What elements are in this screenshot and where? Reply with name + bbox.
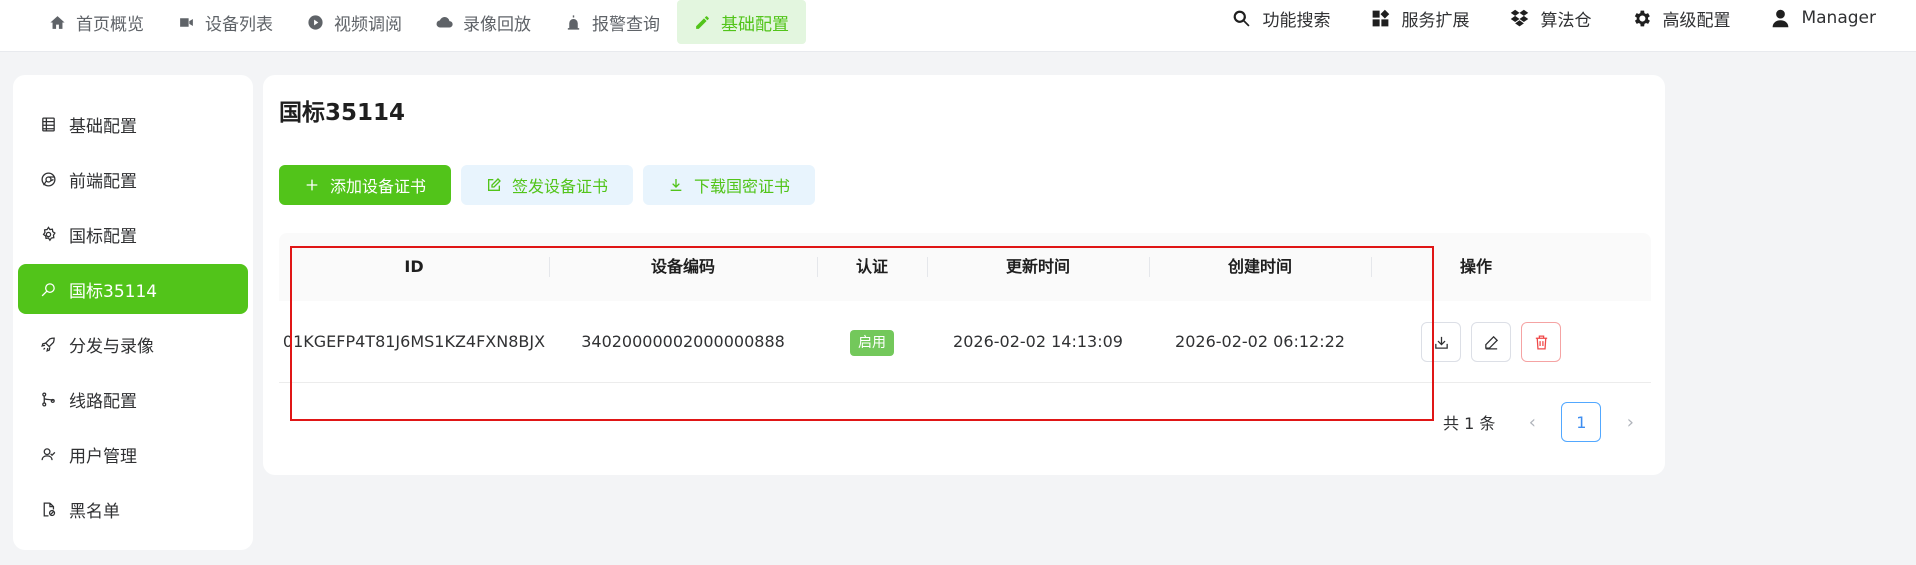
nav-advanced-config-label: 高级配置: [1662, 10, 1731, 31]
trash-icon: [1535, 334, 1547, 350]
nav-playback[interactable]: 录像回放: [419, 0, 548, 44]
cell-id: 01KGEFP4T81J6MS1KZ4FXN8BJX: [282, 332, 546, 351]
sidebar-item-label: 分发与录像: [69, 336, 154, 357]
nav-device-list[interactable]: 设备列表: [161, 0, 290, 44]
edit-square-icon: [487, 178, 501, 191]
next-page-button[interactable]: ›: [1615, 407, 1645, 437]
sidebar-item-blacklist[interactable]: 黑名单: [18, 484, 248, 534]
nav-playback-label: 录像回放: [463, 14, 531, 35]
sidebar: 基础配置 前端配置 国标配置 国标35114 分发与录像 线路配置 用户管理 黑…: [13, 75, 253, 550]
table-row: 01KGEFP4T81J6MS1KZ4FXN8BJX 3402000000200…: [279, 301, 1651, 383]
col-header-ops: 操作: [1459, 257, 1492, 276]
sidebar-item-label: 用户管理: [69, 446, 137, 467]
nav-video-label: 视频调阅: [334, 14, 402, 35]
rocket-icon: [41, 336, 55, 352]
file-block-icon: [43, 501, 56, 517]
nav-alarm-label: 报警查询: [592, 14, 660, 35]
sidebar-item-label: 前端配置: [69, 171, 137, 192]
cell-auth: 启用: [817, 301, 927, 383]
branch-icon: [42, 391, 55, 407]
users-icon: [41, 447, 56, 460]
cloud-icon: [436, 16, 453, 27]
sign-cert-label: 签发设备证书: [511, 177, 608, 196]
sidebar-item-user-management[interactable]: 用户管理: [18, 429, 248, 479]
nav-algorithm-label: 算法仓: [1540, 10, 1592, 31]
list-icon: [42, 116, 55, 132]
sidebar-item-gb-config[interactable]: 国标配置: [18, 209, 248, 259]
search-icon: [1234, 10, 1251, 27]
camera-icon: [180, 17, 193, 27]
nav-alarm[interactable]: 报警查询: [548, 0, 677, 44]
sidebar-item-route-config[interactable]: 线路配置: [18, 374, 248, 424]
page-title: 国标35114: [279, 100, 406, 126]
plus-icon: [306, 179, 318, 191]
nav-service-ext[interactable]: 服务扩展: [1350, 0, 1489, 40]
row-delete-button[interactable]: [1521, 322, 1561, 362]
cell-device-code: 34020000002000000888: [581, 332, 785, 351]
sidebar-item-label: 线路配置: [69, 391, 137, 412]
col-header-id: ID: [404, 257, 424, 276]
row-download-button[interactable]: [1421, 322, 1461, 362]
pagination: 共 1 条 ‹ 1 ›: [1443, 402, 1645, 442]
sidebar-item-basic-config[interactable]: 基础配置: [18, 99, 248, 149]
top-nav-bar: 首页概览 设备列表 视频调阅 录像回放 报警查询 基础配置 功能搜索 服务扩展 …: [0, 0, 1916, 52]
nav-home-label: 首页概览: [76, 14, 144, 35]
chrome-icon: [41, 171, 56, 187]
download-cert-label: 下载国密证书: [693, 177, 790, 196]
utility-nav: 功能搜索 服务扩展 算法仓 高级配置 Manager: [1211, 0, 1896, 36]
sidebar-item-frontend-config[interactable]: 前端配置: [18, 154, 248, 204]
nav-video[interactable]: 视频调阅: [290, 0, 419, 44]
col-header-created: 创建时间: [1227, 257, 1292, 276]
search-icon: [41, 282, 55, 296]
main-nav: 首页概览 设备列表 视频调阅 录像回放 报警查询 基础配置: [32, 0, 806, 44]
gear-icon: [1635, 10, 1651, 26]
grid-icon: [1373, 9, 1390, 26]
main-panel: 国标35114 添加设备证书 签发设备证书 下载国密证书 ID 设备编码 认证 …: [263, 75, 1665, 475]
sidebar-item-label: 黑名单: [69, 501, 120, 522]
cert-table: ID 设备编码 认证 更新时间 创建时间 操作 01KGEFP4T81J6MS1…: [279, 233, 1651, 383]
nav-user-menu[interactable]: Manager: [1750, 0, 1896, 40]
edit-icon: [696, 15, 709, 29]
download-icon: [1434, 336, 1448, 349]
nav-user-label: Manager: [1801, 8, 1876, 28]
dropbox-icon: [1511, 9, 1529, 26]
status-badge: 启用: [850, 329, 894, 356]
nav-basic-config[interactable]: 基础配置: [677, 0, 806, 44]
sign-cert-button[interactable]: 签发设备证书: [461, 165, 633, 205]
home-icon: [50, 15, 65, 29]
col-header-updated: 更新时间: [1005, 257, 1070, 276]
nav-feature-search[interactable]: 功能搜索: [1211, 0, 1350, 40]
nav-algorithm[interactable]: 算法仓: [1489, 0, 1611, 40]
cell-updated-time: 2026-02-02 14:13:09: [953, 332, 1123, 351]
sidebar-item-label: 国标35114: [69, 281, 158, 302]
sidebar-item-distribution[interactable]: 分发与录像: [18, 319, 248, 369]
nav-advanced-config[interactable]: 高级配置: [1611, 0, 1750, 40]
add-cert-button[interactable]: 添加设备证书: [279, 165, 451, 205]
sidebar-item-label: 国标配置: [69, 226, 137, 247]
sidebar-item-label: 基础配置: [69, 116, 137, 137]
pen-icon: [1484, 335, 1498, 350]
nav-device-list-label: 设备列表: [205, 14, 273, 35]
col-header-auth: 认证: [855, 257, 888, 276]
download-icon: [670, 179, 682, 191]
download-cert-button[interactable]: 下载国密证书: [643, 165, 815, 205]
user-icon: [1773, 9, 1789, 27]
sidebar-item-gb35114[interactable]: 国标35114: [18, 264, 248, 314]
cell-created-time: 2026-02-02 06:12:22: [1175, 332, 1345, 351]
nav-service-ext-label: 服务扩展: [1401, 10, 1470, 31]
nav-basic-config-label: 基础配置: [721, 14, 789, 35]
siren-icon: [567, 14, 580, 30]
add-cert-label: 添加设备证书: [329, 177, 426, 196]
prev-page-button[interactable]: ‹: [1517, 407, 1547, 437]
col-header-code: 设备编码: [650, 257, 715, 276]
row-edit-button[interactable]: [1471, 322, 1511, 362]
settings-icon: [42, 225, 56, 241]
nav-feature-search-label: 功能搜索: [1262, 10, 1331, 31]
play-icon: [308, 14, 323, 30]
table-header: ID 设备编码 认证 更新时间 创建时间 操作: [279, 233, 1651, 301]
pagination-total: 共 1 条: [1443, 414, 1496, 433]
nav-home[interactable]: 首页概览: [32, 0, 161, 44]
page-number-button[interactable]: 1: [1561, 402, 1602, 442]
